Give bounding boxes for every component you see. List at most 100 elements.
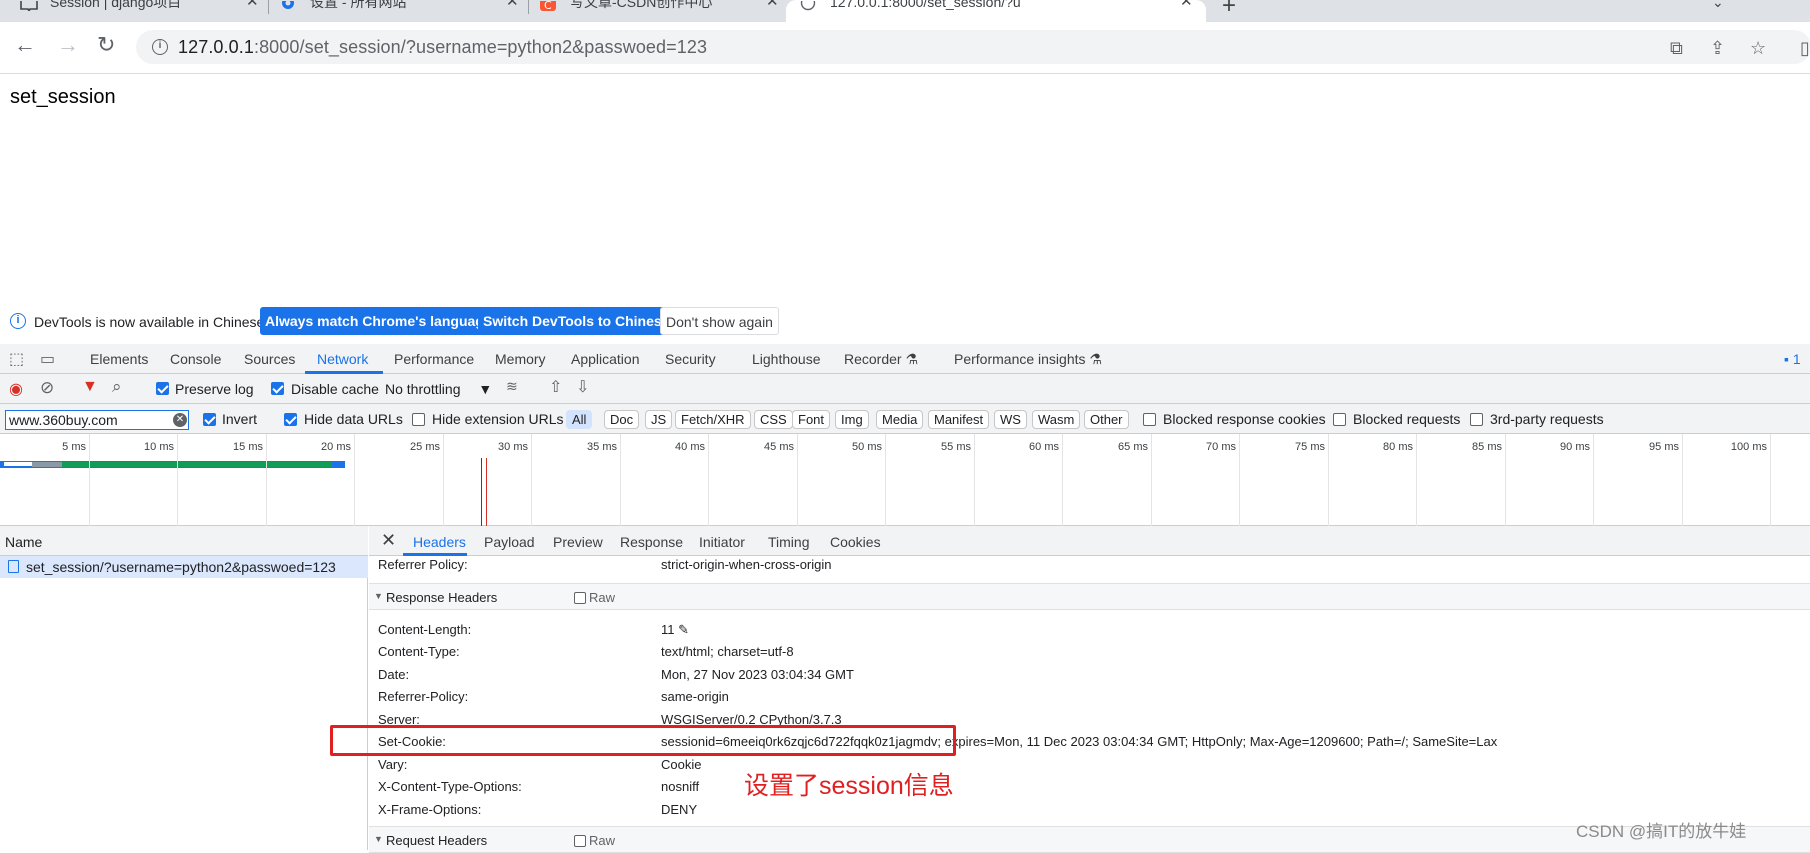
- timeline-gridline: [89, 434, 90, 526]
- filter-type-all[interactable]: All: [566, 410, 593, 429]
- tab-preview[interactable]: Preview: [553, 534, 603, 550]
- filter-type-js[interactable]: JS: [645, 410, 673, 429]
- close-details-icon[interactable]: ✕: [381, 530, 396, 551]
- network-conditions-icon[interactable]: ≋: [506, 378, 518, 395]
- collapse-triangle-icon: ▼: [374, 591, 383, 601]
- filter-type-img[interactable]: Img: [835, 410, 869, 429]
- response-headers-section[interactable]: ▼ Response Headers Raw: [369, 583, 1810, 610]
- raw-checkbox[interactable]: [574, 592, 586, 604]
- filter-type-css[interactable]: CSS: [754, 410, 793, 429]
- site-info-icon[interactable]: i: [152, 39, 168, 55]
- tab-performance[interactable]: Performance: [394, 351, 474, 367]
- always-match-language-button[interactable]: Always match Chrome's language: [260, 307, 497, 335]
- filter-type-other[interactable]: Other: [1084, 410, 1129, 429]
- header-name: Referrer Policy:: [378, 557, 468, 572]
- browser-tab-3[interactable]: C 写文章-CSDN创作中心 ✕: [540, 0, 790, 22]
- url-text[interactable]: 127.0.0.1:8000/set_session/?username=pyt…: [178, 37, 707, 58]
- disable-cache-checkbox[interactable]: [271, 382, 284, 395]
- tab-application[interactable]: Application: [571, 351, 640, 367]
- filter-type-doc[interactable]: Doc: [604, 410, 640, 429]
- tab-console[interactable]: Console: [170, 351, 221, 367]
- bookmark-star-icon[interactable]: ☆: [1750, 38, 1766, 59]
- section-title: Response Headers: [386, 590, 498, 605]
- svg-text:C: C: [544, 1, 552, 11]
- tab-timing[interactable]: Timing: [768, 534, 810, 550]
- tab-payload[interactable]: Payload: [484, 534, 535, 550]
- minimize-icon[interactable]: ⌄: [1712, 0, 1724, 11]
- switch-to-chinese-button[interactable]: Switch DevTools to Chinese: [478, 307, 675, 335]
- timeline-gridline: [974, 434, 975, 526]
- browser-tab-active[interactable]: 127.0.0.1:8000/set_session/?u ✕: [786, 0, 1206, 22]
- timeline-gridline: [354, 434, 355, 526]
- inspect-element-icon[interactable]: ⬚: [9, 349, 24, 369]
- hide-data-urls-checkbox[interactable]: [284, 413, 297, 426]
- new-tab-button[interactable]: +: [1222, 0, 1236, 20]
- throttling-select[interactable]: No throttling ▼: [385, 381, 492, 397]
- filter-type-ws[interactable]: WS: [994, 410, 1027, 429]
- timeline-bar-green: [62, 462, 332, 467]
- tab-title: 设置 - 所有网站: [310, 0, 407, 10]
- header-name: X-Content-Type-Options:: [378, 779, 522, 794]
- third-party-requests-checkbox[interactable]: [1470, 413, 1483, 426]
- filter-type-wasm[interactable]: Wasm: [1032, 410, 1081, 429]
- tab-network[interactable]: Network: [317, 351, 368, 367]
- filter-type-fetch-xhr[interactable]: Fetch/XHR: [675, 410, 751, 429]
- import-har-icon[interactable]: ⇧: [549, 377, 562, 397]
- back-icon[interactable]: ←: [14, 34, 36, 56]
- filter-icon[interactable]: ▼: [82, 378, 98, 396]
- browser-tab-2[interactable]: 设置 - 所有网站 ✕: [280, 0, 530, 22]
- close-tab-icon[interactable]: ✕: [766, 0, 779, 10]
- reload-icon[interactable]: ↻: [97, 34, 115, 56]
- address-bar[interactable]: i 127.0.0.1:8000/set_session/?username=p…: [136, 30, 1810, 64]
- share-icon[interactable]: ⇪: [1710, 38, 1725, 59]
- clear-icon[interactable]: ⊘: [40, 378, 54, 398]
- tab-sources[interactable]: Sources: [244, 351, 295, 367]
- section-title: Request Headers: [386, 833, 488, 848]
- devtools-panel-tabs: ⬚ ▭ Elements Console Sources Network Per…: [0, 344, 1810, 374]
- filter-input[interactable]: www.360buy.com: [5, 410, 189, 430]
- timeline-tick-label: 40 ms: [675, 441, 705, 453]
- tab-response[interactable]: Response: [620, 534, 683, 550]
- header-name: Content-Length:: [378, 622, 472, 637]
- issues-counter[interactable]: ▪ 1: [1784, 351, 1801, 367]
- raw-checkbox[interactable]: [574, 835, 586, 847]
- hide-extension-urls-checkbox[interactable]: [412, 413, 425, 426]
- tab-elements[interactable]: Elements: [90, 351, 148, 367]
- invert-checkbox[interactable]: [203, 413, 216, 426]
- forward-icon[interactable]: →: [57, 34, 79, 56]
- filter-type-media[interactable]: Media: [876, 410, 924, 429]
- record-stop-icon[interactable]: ◉: [9, 379, 23, 399]
- blocked-response-cookies-label: Blocked response cookies: [1163, 411, 1326, 427]
- filter-type-font[interactable]: Font: [792, 410, 831, 429]
- tab-memory[interactable]: Memory: [495, 351, 546, 367]
- blocked-response-cookies-checkbox[interactable]: [1143, 413, 1156, 426]
- close-tab-icon[interactable]: ✕: [1180, 0, 1193, 10]
- request-row[interactable]: set_session/?username=python2&passwoed=1…: [0, 556, 368, 578]
- browser-tab-1[interactable]: Session | django项目 ✕: [20, 0, 270, 22]
- timeline-tick-label: 45 ms: [764, 441, 794, 453]
- preserve-log-checkbox[interactable]: [156, 382, 169, 395]
- tab-cookies[interactable]: Cookies: [830, 534, 881, 550]
- translate-icon[interactable]: ⧉: [1670, 38, 1683, 59]
- tab-recorder[interactable]: Recorder ⚗: [844, 351, 918, 368]
- tab-lighthouse[interactable]: Lighthouse: [752, 351, 821, 367]
- blocked-requests-checkbox[interactable]: [1333, 413, 1346, 426]
- dont-show-again-button[interactable]: Don't show again: [660, 307, 779, 335]
- edit-pencil-icon[interactable]: ✎: [678, 622, 689, 637]
- network-overview-timeline[interactable]: 5 ms 10 ms 15 ms 20 ms 25 ms 30 ms 35 ms 40 ms 4…: [0, 434, 1810, 526]
- tab-initiator[interactable]: Initiator: [699, 534, 745, 550]
- tab-security[interactable]: Security: [665, 351, 716, 367]
- clear-filter-icon[interactable]: ✕: [173, 413, 187, 427]
- side-panel-icon[interactable]: ▯: [1800, 38, 1810, 59]
- filter-type-manifest[interactable]: Manifest: [928, 410, 990, 429]
- tab-headers[interactable]: Headers: [413, 534, 466, 550]
- timeline-gridline: [177, 434, 178, 526]
- device-toolbar-icon[interactable]: ▭: [40, 349, 55, 369]
- timeline-tick-label: 95 ms: [1649, 441, 1679, 453]
- close-tab-icon[interactable]: ✕: [246, 0, 259, 10]
- export-har-icon[interactable]: ⇩: [576, 377, 589, 397]
- tab-performance-insights[interactable]: Performance insights ⚗: [954, 351, 1102, 368]
- name-column-header[interactable]: Name: [0, 526, 368, 556]
- close-tab-icon[interactable]: ✕: [506, 0, 519, 10]
- search-icon[interactable]: ⌕: [112, 377, 122, 397]
